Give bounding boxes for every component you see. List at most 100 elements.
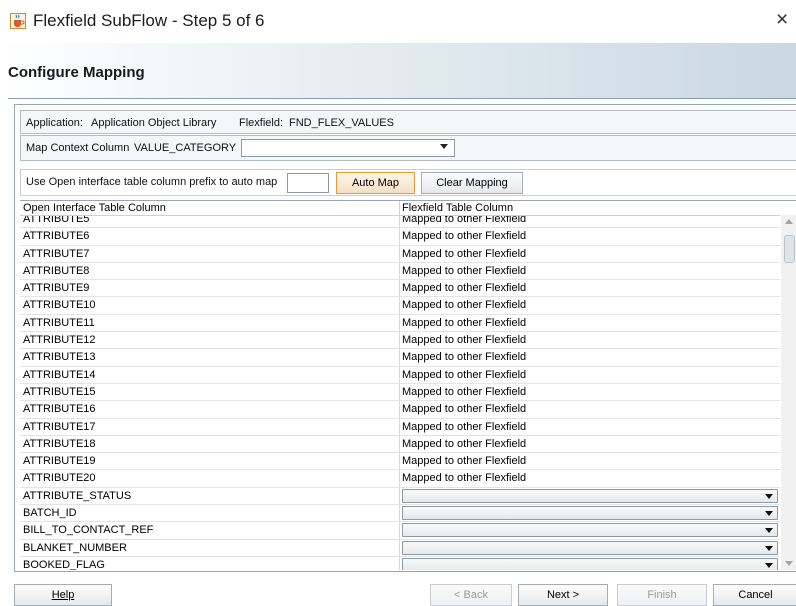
flexfield-column-select[interactable] bbox=[402, 540, 778, 555]
flexfield-column-cell: Mapped to other Flexfield bbox=[402, 351, 527, 364]
step-header: Configure Mapping bbox=[0, 43, 796, 98]
column-header-flexfield[interactable]: Flexfield Table Column bbox=[402, 202, 513, 214]
open-interface-column-cell: ATTRIBUTE_STATUS bbox=[23, 489, 132, 502]
table-row[interactable]: ATTRIBUTE17 Mapped to other Flexfield bbox=[20, 419, 780, 436]
table-row[interactable]: BOOKED_FLAG bbox=[20, 557, 780, 570]
context-column-name: VALUE_CATEGORY bbox=[134, 142, 237, 154]
window-title: Flexfield SubFlow - Step 5 of 6 bbox=[33, 11, 265, 30]
open-interface-column-cell: BATCH_ID bbox=[23, 507, 77, 520]
header-divider bbox=[8, 98, 796, 99]
table-row[interactable]: ATTRIBUTE16 Mapped to other Flexfield bbox=[20, 401, 780, 419]
scroll-up-arrow-icon[interactable] bbox=[785, 219, 793, 224]
table-row[interactable]: ATTRIBUTE12 Mapped to other Flexfield bbox=[20, 332, 780, 350]
mapping-table: ATTRIBUTE5 Mapped to other Flexfield ATTRI… bbox=[20, 200, 796, 570]
open-interface-column-cell: ATTRIBUTE16 bbox=[23, 403, 96, 416]
table-row[interactable]: ATTRIBUTE20 Mapped to other Flexfield bbox=[20, 470, 780, 488]
open-interface-column-cell: ATTRIBUTE17 bbox=[23, 420, 96, 433]
table-row[interactable]: ATTRIBUTE13 Mapped to other Flexfield bbox=[20, 349, 780, 367]
finish-button[interactable]: Finish bbox=[617, 584, 707, 606]
flexfield-column-select[interactable] bbox=[402, 488, 778, 503]
flexfield-column-cell: Mapped to other Flexfield bbox=[402, 299, 527, 312]
open-interface-column-cell: BOOKED_FLAG bbox=[23, 558, 105, 570]
open-interface-column-cell: BLANKET_NUMBER bbox=[23, 541, 127, 554]
flexfield-column-cell: Mapped to other Flexfield bbox=[402, 334, 527, 347]
open-interface-column-cell: ATTRIBUTE9 bbox=[23, 282, 90, 295]
flexfield-column-cell: Mapped to other Flexfield bbox=[402, 403, 527, 416]
open-interface-column-cell: ATTRIBUTE10 bbox=[23, 299, 96, 312]
open-interface-column-cell: ATTRIBUTE20 bbox=[23, 472, 96, 485]
table-row[interactable]: BLANKET_NUMBER bbox=[20, 540, 780, 557]
table-row[interactable]: ATTRIBUTE14 Mapped to other Flexfield bbox=[20, 367, 780, 384]
table-row[interactable]: ATTRIBUTE15 Mapped to other Flexfield bbox=[20, 384, 780, 402]
table-row[interactable]: ATTRIBUTE11 Mapped to other Flexfield bbox=[20, 315, 780, 333]
info-row: Application: Application Object Library … bbox=[20, 110, 796, 134]
open-interface-column-cell: ATTRIBUTE8 bbox=[23, 264, 90, 277]
open-interface-column-cell: BILL_TO_CONTACT_REF bbox=[23, 524, 154, 537]
table-row[interactable]: ATTRIBUTE18 Mapped to other Flexfield bbox=[20, 436, 780, 454]
clear-mapping-button[interactable]: Clear Mapping bbox=[421, 172, 523, 194]
scroll-down-arrow-icon[interactable] bbox=[785, 561, 793, 566]
mapping-table-body: ATTRIBUTE5 Mapped to other Flexfield ATTRI… bbox=[20, 211, 780, 570]
flexfield-column-cell: Mapped to other Flexfield bbox=[402, 230, 527, 243]
table-row[interactable]: ATTRIBUTE19 Mapped to other Flexfield bbox=[20, 453, 780, 471]
cancel-button[interactable]: Cancel bbox=[713, 584, 796, 606]
flexfield-column-cell: Mapped to other Flexfield bbox=[402, 472, 527, 485]
prefix-label: Use Open interface table column prefix t… bbox=[26, 176, 278, 188]
context-column-select[interactable] bbox=[241, 139, 455, 157]
java-cup-icon bbox=[10, 13, 26, 29]
flexfield-column-cell: Mapped to other Flexfield bbox=[402, 368, 527, 381]
flexfield-column-cell: Mapped to other Flexfield bbox=[402, 264, 527, 277]
flexfield-column-cell: Mapped to other Flexfield bbox=[402, 437, 527, 450]
table-row[interactable]: BILL_TO_CONTACT_REF bbox=[20, 522, 780, 540]
flexfield-column-select[interactable] bbox=[402, 523, 778, 538]
chevron-down-icon bbox=[765, 545, 773, 551]
application-label: Application: bbox=[26, 117, 83, 129]
application-value: Application Object Library bbox=[91, 117, 217, 129]
column-header-open-interface[interactable]: Open Interface Table Column bbox=[23, 202, 166, 214]
prefix-input[interactable] bbox=[287, 173, 329, 193]
table-row[interactable]: ATTRIBUTE8 Mapped to other Flexfield bbox=[20, 263, 780, 281]
help-button[interactable]: Help bbox=[14, 584, 112, 606]
table-vertical-scrollbar[interactable] bbox=[781, 215, 796, 570]
flexfield-value: FND_FLEX_VALUES bbox=[289, 117, 394, 129]
flexfield-column-cell: Mapped to other Flexfield bbox=[402, 420, 527, 433]
chevron-down-icon bbox=[765, 511, 773, 517]
back-button[interactable]: < Back bbox=[430, 584, 512, 606]
open-interface-column-cell: ATTRIBUTE11 bbox=[23, 316, 95, 329]
map-context-label: Map Context Column bbox=[26, 142, 130, 154]
header-divider-line bbox=[399, 201, 400, 215]
open-interface-column-cell: ATTRIBUTE6 bbox=[23, 230, 90, 243]
flexfield-column-cell: Mapped to other Flexfield bbox=[402, 247, 527, 260]
open-interface-column-cell: ATTRIBUTE15 bbox=[23, 385, 96, 398]
close-icon[interactable]: × bbox=[776, 8, 788, 32]
table-row[interactable]: ATTRIBUTE7 Mapped to other Flexfield bbox=[20, 246, 780, 263]
next-button[interactable]: Next > bbox=[518, 584, 608, 606]
chevron-down-icon bbox=[765, 562, 773, 568]
page-title: Configure Mapping bbox=[8, 64, 145, 81]
context-row: Map Context Column VALUE_CATEGORY bbox=[20, 135, 796, 161]
open-interface-column-cell: ATTRIBUTE12 bbox=[23, 334, 96, 347]
open-interface-column-cell: ATTRIBUTE18 bbox=[23, 437, 96, 450]
prefix-row: Use Open interface table column prefix t… bbox=[20, 169, 796, 196]
scrollbar-thumb[interactable] bbox=[784, 235, 795, 263]
chevron-down-icon bbox=[765, 493, 773, 499]
table-row[interactable]: ATTRIBUTE6 Mapped to other Flexfield bbox=[20, 228, 780, 246]
open-interface-column-cell: ATTRIBUTE19 bbox=[23, 455, 96, 468]
open-interface-column-cell: ATTRIBUTE7 bbox=[23, 247, 90, 260]
table-row[interactable]: ATTRIBUTE10 Mapped to other Flexfield bbox=[20, 297, 780, 315]
window-titlebar: Flexfield SubFlow - Step 5 of 6 × bbox=[0, 0, 796, 42]
auto-map-button[interactable]: Auto Map bbox=[336, 172, 415, 194]
mapping-panel: Application: Application Object Library … bbox=[14, 104, 796, 572]
table-row[interactable]: ATTRIBUTE_STATUS bbox=[20, 488, 780, 506]
open-interface-column-cell: ATTRIBUTE14 bbox=[23, 368, 96, 381]
chevron-down-icon bbox=[440, 144, 448, 149]
flexfield-column-cell: Mapped to other Flexfield bbox=[402, 282, 527, 295]
table-header: Open Interface Table Column Flexfield Ta… bbox=[20, 201, 780, 216]
chevron-down-icon bbox=[765, 528, 773, 534]
table-row[interactable]: ATTRIBUTE9 Mapped to other Flexfield bbox=[20, 280, 780, 298]
flexfield-column-select[interactable] bbox=[402, 506, 778, 521]
flexfield-column-cell: Mapped to other Flexfield bbox=[402, 455, 527, 468]
flexfield-column-select[interactable] bbox=[402, 557, 778, 570]
flexfield-column-cell: Mapped to other Flexfield bbox=[402, 316, 527, 329]
table-row[interactable]: BATCH_ID bbox=[20, 505, 780, 523]
